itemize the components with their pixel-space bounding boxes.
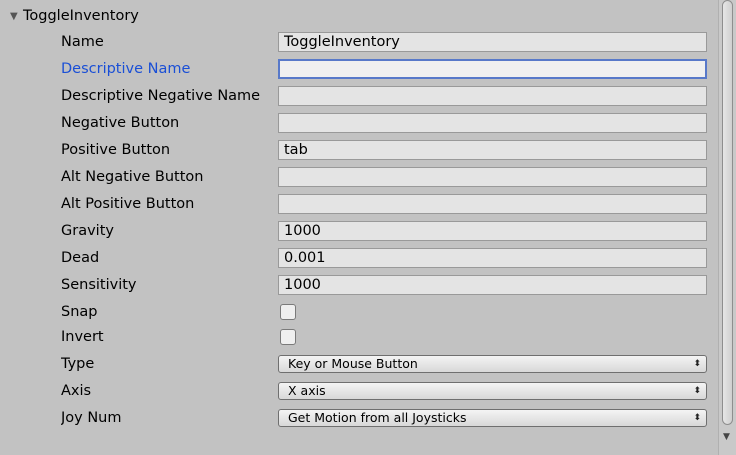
sensitivity-field[interactable] (278, 275, 707, 295)
invert-label: Invert (61, 329, 104, 345)
type-dropdown-value: Key or Mouse Button (288, 356, 418, 371)
dead-field[interactable] (278, 248, 707, 268)
dropdown-caret-icon: ⬍ (693, 359, 701, 369)
alt-negative-button-label: Alt Negative Button (61, 169, 204, 185)
row-descriptive-name: Descriptive Name (0, 58, 718, 80)
name-label: Name (61, 34, 104, 50)
snap-checkbox[interactable] (280, 304, 296, 320)
row-axis: Axis X axis ⬍ (0, 380, 718, 402)
axis-dropdown-value: X axis (288, 383, 326, 398)
row-gravity: Gravity (0, 220, 718, 242)
row-alt-positive-button: Alt Positive Button (0, 193, 718, 215)
scroll-down-arrow-icon[interactable]: ▼ (723, 432, 730, 442)
invert-checkbox[interactable] (280, 329, 296, 345)
row-name: Name (0, 31, 718, 53)
positive-button-label: Positive Button (61, 142, 171, 158)
inspector-panel: ▼ ToggleInventory Name Descriptive Name … (0, 0, 718, 455)
foldout-toggle-inventory[interactable]: ▼ ToggleInventory (10, 5, 139, 27)
sensitivity-label: Sensitivity (61, 277, 137, 293)
joy-num-label: Joy Num (61, 410, 122, 426)
row-type: Type Key or Mouse Button ⬍ (0, 353, 718, 375)
row-joy-num: Joy Num Get Motion from all Joysticks ⬍ (0, 407, 718, 429)
alt-negative-button-field[interactable] (278, 167, 707, 187)
dropdown-caret-icon: ⬍ (693, 413, 701, 423)
row-invert: Invert (0, 326, 718, 348)
foldout-arrow-icon[interactable]: ▼ (10, 11, 20, 22)
positive-button-field[interactable] (278, 140, 707, 160)
alt-positive-button-field[interactable] (278, 194, 707, 214)
gravity-field[interactable] (278, 221, 707, 241)
descriptive-name-field[interactable] (278, 59, 707, 79)
axis-label: Axis (61, 383, 92, 399)
name-field[interactable] (278, 32, 707, 52)
row-dead: Dead (0, 247, 718, 269)
negative-button-label: Negative Button (61, 115, 180, 131)
scrollbar-thumb[interactable] (722, 0, 733, 425)
joy-num-dropdown-value: Get Motion from all Joysticks (288, 410, 467, 425)
row-sensitivity: Sensitivity (0, 274, 718, 296)
vertical-scrollbar[interactable]: ▼ (718, 0, 736, 455)
foldout-title: ToggleInventory (23, 8, 139, 24)
descriptive-name-label: Descriptive Name (61, 61, 191, 77)
descriptive-negative-name-field[interactable] (278, 86, 707, 106)
dead-label: Dead (61, 250, 100, 266)
row-descriptive-negative-name: Descriptive Negative Name (0, 85, 718, 107)
row-positive-button: Positive Button (0, 139, 718, 161)
row-snap: Snap (0, 301, 718, 323)
type-label: Type (61, 356, 95, 372)
type-dropdown[interactable]: Key or Mouse Button ⬍ (278, 355, 707, 373)
snap-label: Snap (61, 304, 98, 320)
descriptive-negative-name-label: Descriptive Negative Name (61, 88, 261, 104)
row-alt-negative-button: Alt Negative Button (0, 166, 718, 188)
negative-button-field[interactable] (278, 113, 707, 133)
axis-dropdown[interactable]: X axis ⬍ (278, 382, 707, 400)
row-negative-button: Negative Button (0, 112, 718, 134)
gravity-label: Gravity (61, 223, 114, 239)
dropdown-caret-icon: ⬍ (693, 386, 701, 396)
joy-num-dropdown[interactable]: Get Motion from all Joysticks ⬍ (278, 409, 707, 427)
alt-positive-button-label: Alt Positive Button (61, 196, 195, 212)
